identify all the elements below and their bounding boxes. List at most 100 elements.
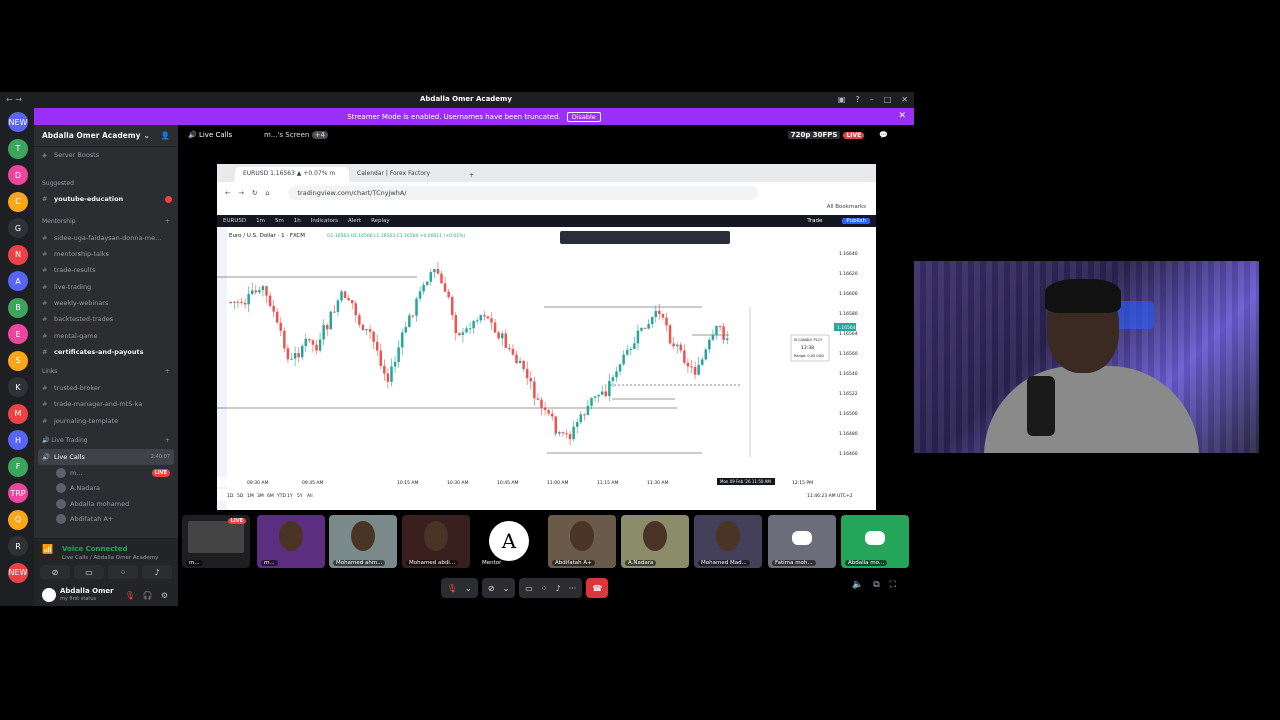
category-mentorship[interactable]: Mentorship + [34,214,178,230]
volume-mute-icon[interactable]: 🔈 [852,580,863,590]
voice-user[interactable]: A.Nadara [34,481,178,497]
participant-tile[interactable]: Mohamed abdi... [402,515,470,568]
mentorship-channel[interactable]: # certificates-and-payouts [34,344,178,360]
add-channel-icon[interactable]: + [165,437,170,444]
voice-channel-live-calls[interactable]: 🔊 Live Calls 2:40:07 [38,448,174,466]
server-header[interactable]: Abdalla Omer Academy ⌄ 👤 [34,125,178,147]
add-channel-icon[interactable]: + [165,218,170,225]
add-friend-icon[interactable]: 👤 [161,131,170,140]
server-icon[interactable]: M [8,403,28,424]
voice-user[interactable]: Abdifatah A+ [34,512,178,528]
inbox-icon[interactable]: ▣ [838,95,846,104]
participant-tile[interactable]: A Mentor [475,515,543,568]
participant-tile[interactable]: Abdifatah A+ [548,515,616,568]
range-button[interactable]: 1D [227,493,234,499]
server-icon[interactable]: NEW [8,562,28,583]
server-icon[interactable]: R [8,536,28,556]
category-suggested[interactable]: Suggested [34,175,178,191]
back-icon[interactable]: ← [225,189,230,197]
server-icon[interactable]: H [8,430,28,450]
mic-muted-icon[interactable]: 🎙 [125,591,135,600]
disable-button[interactable]: Disable [566,111,601,122]
indicators-button[interactable]: Indicators [311,218,338,224]
tab-eurusd[interactable]: EURUSD 1.16563 ▲ +0.07% m [235,167,349,182]
range-button[interactable]: 6M [267,493,274,499]
mic-muted-icon[interactable]: 🎙 [447,584,457,593]
tab-calendar[interactable]: Calendar | Forex Factory [349,167,463,182]
category-links[interactable]: Links + [34,364,178,380]
links-channel[interactable]: # trusted-broker [34,380,178,396]
url-field[interactable]: tradingview.com/chart/TCnyjwhA/ [287,186,758,200]
server-icon[interactable]: S [8,350,28,371]
tf-1m[interactable]: 1m [256,218,265,224]
shared-browser[interactable]: EURUSD 1.16563 ▲ +0.07% m Calendar | For… [217,164,876,510]
voice-user[interactable]: Abdalla mohamed [34,496,178,512]
trade-button[interactable]: Trade [803,218,826,224]
mentorship-channel[interactable]: # trade-results [34,262,178,278]
server-icon[interactable]: G [8,218,28,238]
replay-button[interactable]: Replay [371,218,390,224]
camera-off-icon[interactable]: ⊘ [488,584,495,593]
headphones-icon[interactable]: 🎧 [143,591,153,600]
chevron-down-icon[interactable]: ⌄ [503,584,510,593]
tf-5m[interactable]: 5m [275,218,284,224]
disconnect-button[interactable]: ☎ [586,578,609,598]
server-icon[interactable]: TRP [8,483,28,503]
avatar[interactable] [42,588,56,602]
soundboard-icon[interactable]: ♪ [142,565,172,579]
fullscreen-icon[interactable]: ⛶ [890,580,896,590]
server-icon[interactable]: N [8,244,28,265]
mentorship-channel[interactable]: # live-trading [34,278,178,294]
publish-button[interactable]: Publish [842,218,870,224]
soundboard-icon[interactable]: ♪ [556,584,561,593]
server-icon[interactable]: B [8,297,28,318]
server-icon[interactable]: Q [8,509,28,530]
activities-icon[interactable]: ⁘ [541,584,548,593]
close-button[interactable]: ✕ [901,95,908,104]
tf-1h[interactable]: 1h [294,218,301,224]
forward-icon[interactable]: → [238,189,243,197]
camera-off-icon[interactable]: ⊘ [40,565,70,579]
channel-youtube-education[interactable]: # youtube-education [34,191,178,207]
maximize-button[interactable]: □ [884,95,892,104]
help-icon[interactable]: ? [855,95,859,104]
mentorship-channel[interactable]: # sidee-uga-faidaysan-donna-me... [34,230,178,246]
popout-icon[interactable]: ⧉ [873,580,879,590]
range-button[interactable]: 3M [257,493,264,499]
user-info[interactable]: Abdalla Omer my first status [60,587,114,603]
candlestick-chart[interactable]: Euro / U.S. Dollar · 1 · FXCM O1.16563 H1… [217,227,876,510]
range-button[interactable]: 5Y [297,493,303,499]
range-button[interactable]: All [307,493,313,499]
settings-gear-icon[interactable]: ⚙ [161,591,168,600]
screen-share-icon[interactable]: ▭ [525,584,533,593]
mentorship-channel[interactable]: # backtested-trades [34,311,178,327]
participant-tile[interactable]: Fatima moh... [768,515,836,568]
range-button[interactable]: 1M [247,493,254,499]
server-icon[interactable]: C [8,191,28,212]
category-live-trading[interactable]: 🔊 Live Trading + [34,433,178,449]
server-icon[interactable]: F [8,456,28,477]
server-icon[interactable]: A [8,271,28,291]
range-button[interactable]: 5D [237,493,244,499]
range-button[interactable]: YTD [276,493,286,499]
chevron-down-icon[interactable]: ⌄ [465,584,472,593]
links-channel[interactable]: # trade-manager-and-mt5-ka [34,396,178,412]
voice-location[interactable]: Live Calls / Abdalla Omer Academy [62,555,158,561]
mentorship-channel[interactable]: # mentorship-talks [34,246,178,262]
reload-icon[interactable]: ↻ [252,189,257,197]
participant-tile[interactable]: Mohamed ahm... [329,515,397,568]
mentorship-channel[interactable]: # weekly-webinars [34,295,178,311]
home-icon[interactable]: ⌂ [265,189,269,197]
more-icon[interactable]: ··· [569,584,577,593]
links-channel[interactable]: # journaling-template [34,413,178,429]
symbol-search[interactable]: EURUSD [223,218,246,224]
server-boosts[interactable]: ◈ Server Boosts [34,147,178,163]
alert-button[interactable]: Alert [348,218,361,224]
participant-tile[interactable]: m... [257,515,325,568]
minimize-button[interactable]: – [870,95,874,104]
chat-icon[interactable]: 💬 [879,131,888,139]
server-icon[interactable]: K [8,377,28,397]
screen-share-icon[interactable]: ▭ [74,565,104,579]
server-icon[interactable]: NEW [8,112,28,132]
range-button[interactable]: 1Y [287,493,293,499]
